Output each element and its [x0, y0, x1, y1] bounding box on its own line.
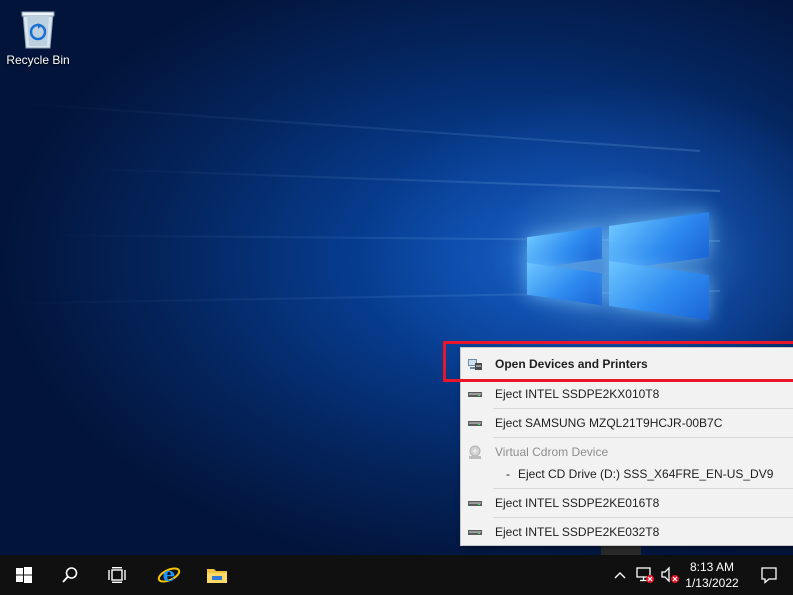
menu-item-label: Eject SAMSUNG MZQL21T9HCJR-00B7C — [495, 416, 723, 430]
menu-item-eject-intel-ssdpe2ke032t8[interactable]: Eject INTEL SSDPE2KE032T8 — [461, 518, 793, 546]
network-disconnected-icon — [636, 567, 654, 583]
menu-item-label: Eject CD Drive (D:) SSS_X64FRE_EN-US_DV9 — [518, 467, 774, 481]
task-view-button[interactable] — [93, 555, 141, 595]
file-explorer-icon — [207, 569, 227, 583]
volume-button[interactable] — [658, 555, 682, 595]
taskbar: e 8:13 AM 1/13/2022 — [0, 555, 793, 595]
internet-explorer-button[interactable]: e — [145, 555, 193, 595]
volume-muted-icon — [661, 566, 679, 583]
light-beam — [80, 167, 721, 192]
menu-item-label: Virtual Cdrom Device — [495, 445, 609, 459]
taskbar-clock[interactable]: 8:13 AM 1/13/2022 — [680, 559, 744, 591]
menu-item-label: Eject INTEL SSDPE2KE016T8 — [495, 496, 660, 510]
network-status-button[interactable] — [632, 555, 658, 595]
search-button[interactable] — [46, 555, 94, 595]
drive-icon — [467, 524, 483, 540]
menu-item-eject-samsung-mzql21t9hcjr[interactable]: Eject SAMSUNG MZQL21T9HCJR-00B7C — [461, 409, 793, 437]
menu-item-label: Eject INTEL SSDPE2KE032T8 — [495, 525, 660, 539]
drive-icon — [467, 495, 483, 511]
cdrom-icon — [467, 444, 483, 460]
drive-icon — [467, 386, 483, 402]
task-view-icon — [108, 567, 126, 583]
svg-text:e: e — [163, 563, 176, 586]
menu-item-label: Eject INTEL SSDPE2KX010T8 — [495, 387, 660, 401]
submenu-prefix: - — [506, 467, 510, 481]
desktop-icon-recycle-bin[interactable]: Recycle Bin — [4, 6, 72, 67]
start-icon — [16, 567, 32, 583]
recycle-bin-icon — [21, 11, 55, 49]
file-explorer-button[interactable] — [193, 555, 241, 595]
desktop-icon-label: Recycle Bin — [6, 53, 70, 67]
drive-icon — [467, 415, 483, 431]
show-hidden-icons-button[interactable] — [608, 555, 632, 595]
clock-date: 1/13/2022 — [685, 576, 739, 590]
windows-logo — [523, 205, 713, 321]
highlight-box — [443, 341, 793, 382]
clock-time: 8:13 AM — [689, 560, 735, 574]
chevron-up-icon — [614, 572, 626, 579]
menu-item-eject-intel-ssdpe2kx010t8[interactable]: Eject INTEL SSDPE2KX010T8 — [461, 380, 793, 408]
light-beam — [1, 101, 701, 152]
menu-item-eject-cd-drive-d[interactable]: - Eject CD Drive (D:) SSS_X64FRE_EN-US_D… — [461, 460, 793, 488]
search-icon — [62, 567, 78, 583]
action-center-button[interactable] — [745, 555, 793, 595]
action-center-icon — [761, 567, 777, 584]
start-button[interactable] — [0, 555, 48, 595]
menu-item-eject-intel-ssdpe2ke016t8[interactable]: Eject INTEL SSDPE2KE016T8 — [461, 489, 793, 517]
internet-explorer-icon: e — [157, 563, 181, 586]
